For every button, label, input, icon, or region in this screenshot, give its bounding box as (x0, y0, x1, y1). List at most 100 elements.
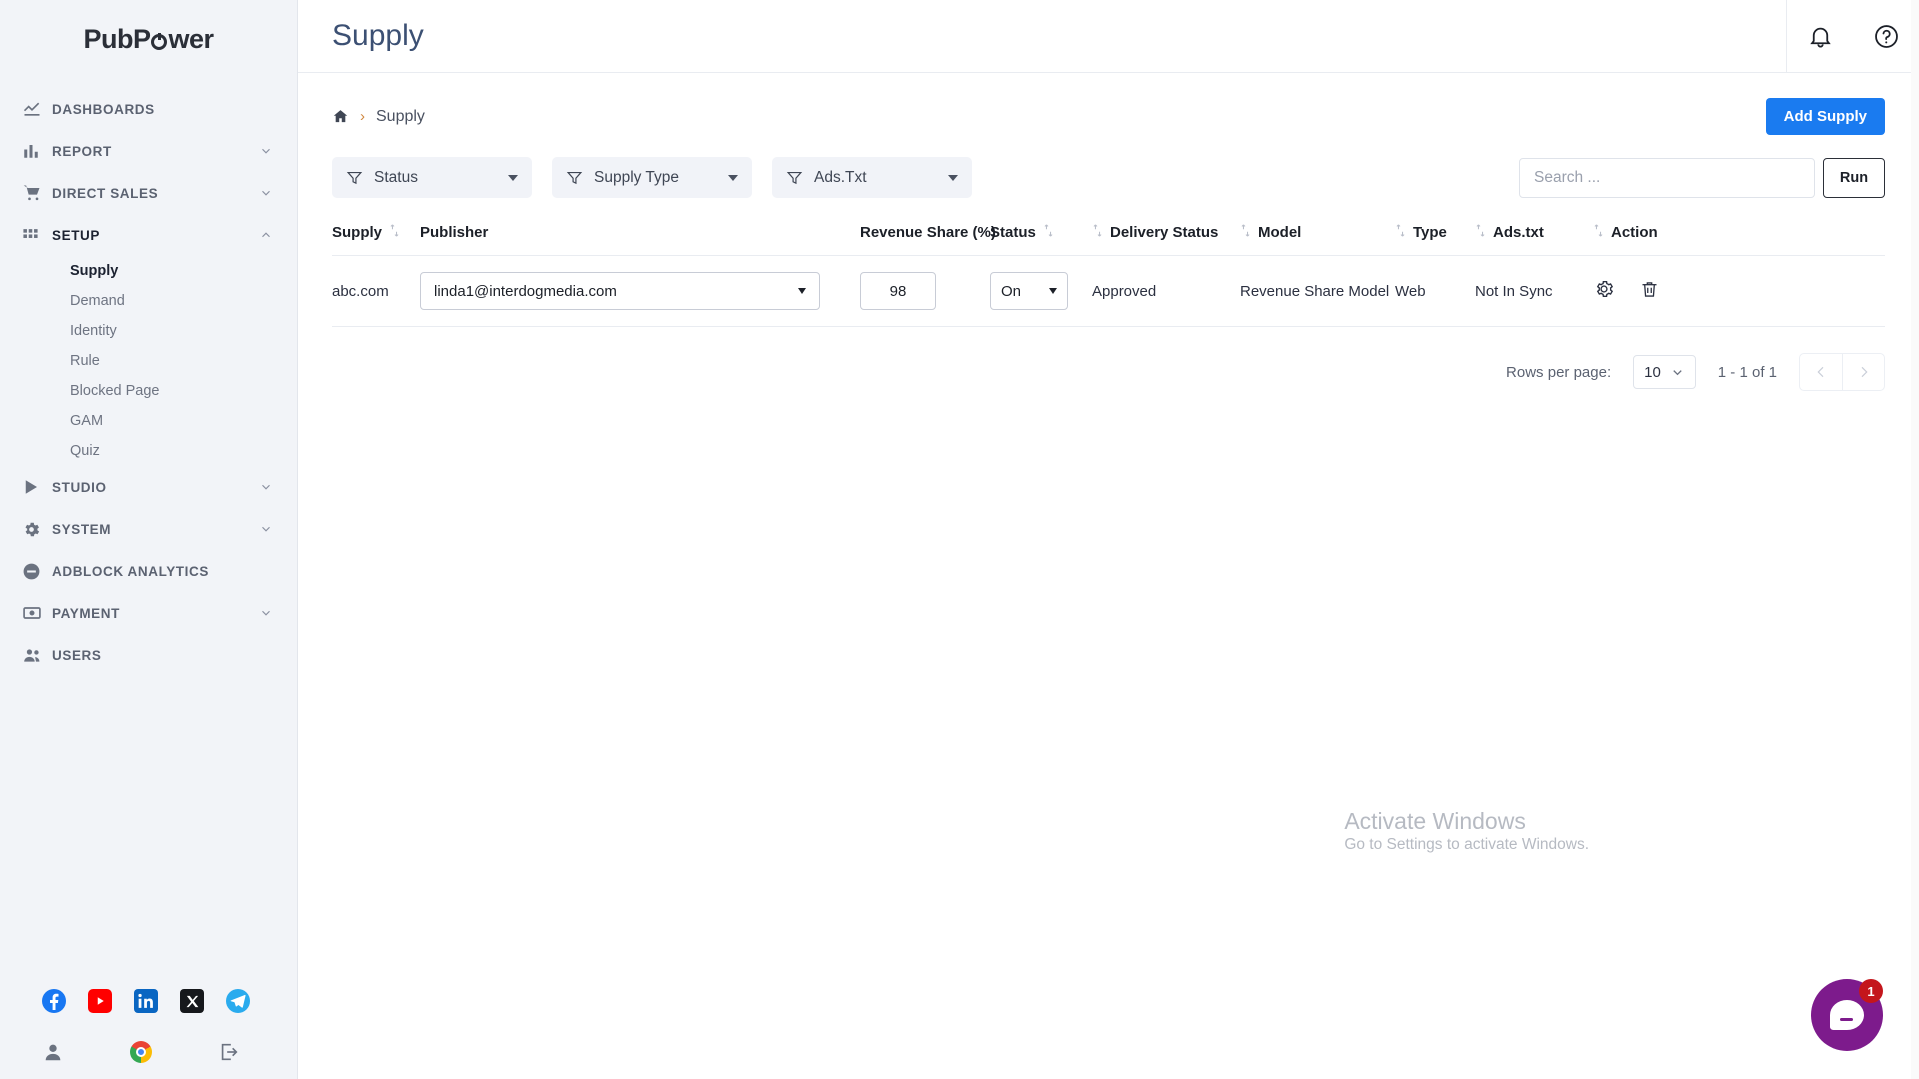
chrome-icon[interactable] (128, 1039, 154, 1065)
search-input[interactable] (1519, 157, 1815, 198)
chevron-down-icon[interactable] (259, 606, 273, 620)
sidebar-item-blocked-page[interactable]: Blocked Page (0, 376, 297, 406)
breadcrumb-current[interactable]: Supply (376, 108, 425, 126)
breadcrumb-row: › Supply Add Supply (298, 73, 1919, 135)
sort-icon[interactable] (1593, 224, 1604, 241)
chevron-down-icon (798, 288, 806, 294)
sidebar-item-payment[interactable]: PAYMENT (0, 592, 297, 634)
help-circle-icon[interactable] (1853, 0, 1919, 73)
sidebar-item-adblock-analytics[interactable]: ADBLOCK ANALYTICS (0, 550, 297, 592)
sidebar-item-demand[interactable]: Demand (0, 286, 297, 316)
pagination-buttons (1799, 353, 1885, 391)
chevron-down-icon[interactable] (259, 480, 273, 494)
column-type[interactable]: Type (1395, 224, 1475, 256)
sidebar-subitem-label: Identity (70, 323, 117, 339)
cell-model: Revenue Share Model (1240, 255, 1395, 327)
sidebar-item-system[interactable]: SYSTEM (0, 508, 297, 550)
telegram-icon[interactable] (226, 989, 250, 1013)
profile-icon[interactable] (40, 1039, 66, 1065)
sidebar-subitem-label: Blocked Page (70, 383, 160, 399)
sidebar: PubP wer DASHBOARDS REPORT DIRECT SALES … (0, 0, 298, 1079)
sidebar-subitem-label: Quiz (70, 443, 100, 459)
linkedin-icon[interactable] (134, 989, 158, 1013)
column-publisher[interactable]: Publisher (420, 224, 860, 256)
sidebar-item-report[interactable]: REPORT (0, 130, 297, 172)
filter-ads-txt[interactable]: Ads.Txt (772, 157, 972, 198)
sidebar-item-studio[interactable]: STUDIO (0, 466, 297, 508)
column-supply[interactable]: Supply (332, 224, 420, 256)
publisher-select[interactable]: linda1@interdogmedia.com (420, 272, 820, 310)
filter-supply-type[interactable]: Supply Type (552, 157, 752, 198)
add-supply-button[interactable]: Add Supply (1765, 98, 1885, 135)
column-label: Publisher (420, 224, 489, 241)
home-icon[interactable] (332, 108, 349, 125)
chevron-down-icon[interactable] (259, 186, 273, 200)
sidebar-item-setup[interactable]: SETUP (0, 214, 297, 256)
sidebar-item-label: REPORT (52, 143, 112, 159)
column-status[interactable]: Status (990, 224, 1092, 256)
cell-revenue-share (860, 255, 990, 327)
sidebar-item-rule[interactable]: Rule (0, 346, 297, 376)
youtube-icon[interactable] (88, 989, 112, 1013)
sort-icon[interactable] (1043, 224, 1054, 241)
column-label: Type (1413, 224, 1447, 241)
chevron-down-icon (948, 174, 958, 181)
rows-per-page-select[interactable]: 10 (1633, 355, 1696, 389)
sidebar-item-users[interactable]: USERS (0, 634, 297, 676)
prev-page-button[interactable] (1800, 354, 1842, 390)
minus-circle-icon (22, 562, 52, 581)
column-ads-txt[interactable]: Ads.txt (1475, 224, 1593, 256)
sidebar-item-dashboards[interactable]: DASHBOARDS (0, 88, 297, 130)
sidebar-item-label: USERS (52, 647, 102, 663)
facebook-icon[interactable] (42, 989, 66, 1013)
cell-type: Web (1395, 255, 1475, 327)
column-revenue-share[interactable]: Revenue Share (%) (860, 224, 996, 256)
filter-icon (566, 169, 583, 186)
sort-icon[interactable] (1240, 224, 1251, 241)
table-row: abc.com linda1@interdogmedia.com 98 On A… (332, 255, 1885, 327)
social-links (0, 989, 298, 1013)
chevron-up-icon[interactable] (259, 228, 273, 242)
bell-icon[interactable] (1787, 0, 1853, 73)
sort-icon[interactable] (1395, 224, 1406, 241)
search-group: Run (1519, 157, 1885, 198)
sidebar-item-gam[interactable]: GAM (0, 406, 297, 436)
chevron-down-icon[interactable] (259, 522, 273, 536)
sort-icon[interactable] (1475, 224, 1486, 241)
logout-icon[interactable] (216, 1039, 242, 1065)
next-page-button[interactable] (1842, 354, 1884, 390)
column-label: Model (1258, 224, 1302, 241)
column-label: Supply (332, 224, 383, 241)
gear-icon[interactable] (1593, 278, 1615, 304)
sort-icon[interactable] (1092, 224, 1103, 241)
chevron-down-icon[interactable] (259, 144, 273, 158)
x-twitter-icon[interactable] (180, 989, 204, 1013)
chat-widget-button[interactable]: 1 (1811, 979, 1883, 1051)
filter-status[interactable]: Status (332, 157, 532, 198)
trash-icon[interactable] (1639, 279, 1660, 304)
bar-chart-icon (22, 142, 52, 160)
filter-label: Supply Type (594, 168, 680, 186)
sidebar-item-label: SYSTEM (52, 521, 112, 537)
sidebar-item-direct-sales[interactable]: DIRECT SALES (0, 172, 297, 214)
pagination: Rows per page: 10 1 - 1 of 1 (298, 327, 1919, 391)
column-model[interactable]: Model (1240, 224, 1395, 256)
windows-activation-watermark: Activate Windows Go to Settings to activ… (1344, 807, 1589, 854)
sidebar-item-label: DIRECT SALES (52, 185, 159, 201)
sidebar-item-supply[interactable]: Supply (0, 256, 297, 286)
status-select[interactable]: On (990, 272, 1068, 310)
column-action[interactable]: Action (1593, 224, 1885, 256)
sidebar-item-label: ADBLOCK ANALYTICS (52, 563, 209, 579)
column-delivery-status[interactable]: Delivery Status (1092, 224, 1240, 256)
sidebar-item-identity[interactable]: Identity (0, 316, 297, 346)
revenue-share-input[interactable] (860, 272, 936, 310)
sidebar-nav: DASHBOARDS REPORT DIRECT SALES SETUP Sup… (0, 78, 297, 676)
vertical-scrollbar[interactable] (1911, 0, 1919, 1079)
sidebar-item-quiz[interactable]: Quiz (0, 436, 297, 466)
run-button[interactable]: Run (1823, 157, 1885, 198)
page-title: Supply (332, 19, 424, 52)
sidebar-subitem-label: Rule (70, 353, 100, 369)
brand-logo[interactable]: PubP wer (0, 0, 297, 78)
sort-icon[interactable] (389, 224, 400, 241)
watermark-subtitle: Go to Settings to activate Windows. (1344, 836, 1589, 853)
